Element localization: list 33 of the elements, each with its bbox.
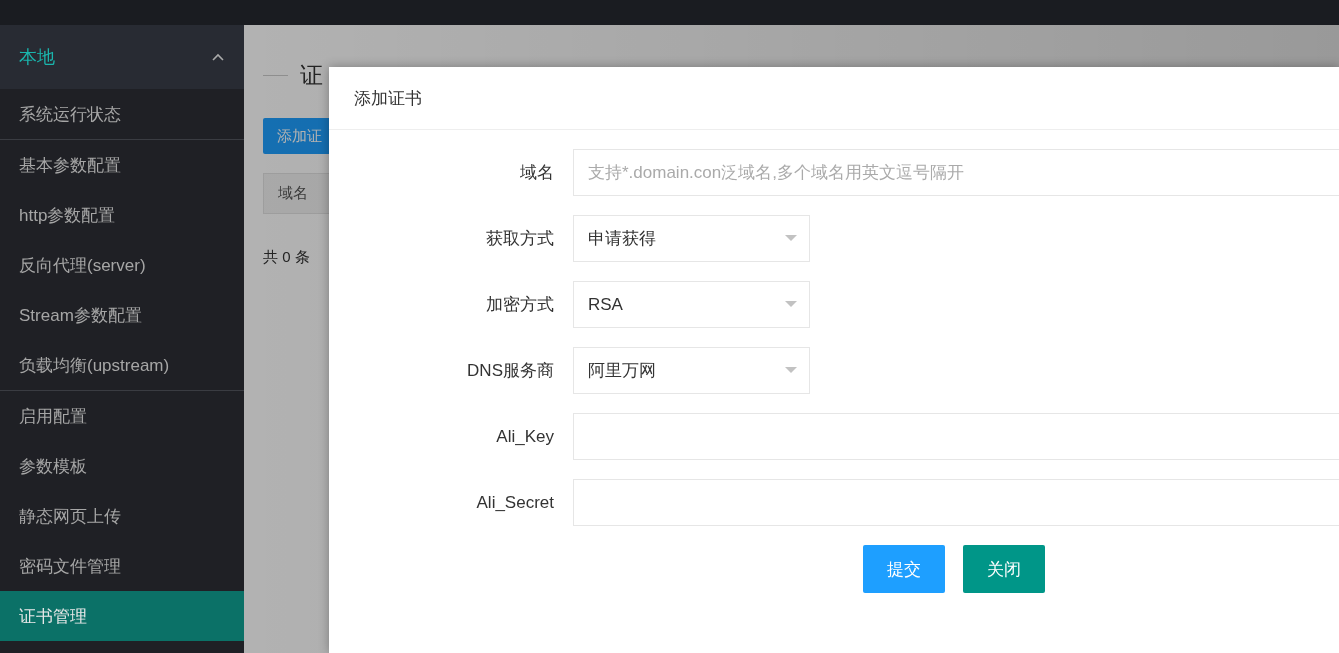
- sidebar-item[interactable]: 密码文件管理: [0, 541, 244, 591]
- page-title: 证: [300, 60, 323, 90]
- sidebar-item[interactable]: http参数配置: [0, 190, 244, 240]
- select-field[interactable]: 申请获得: [573, 215, 810, 262]
- caret-icon: [785, 235, 797, 242]
- dialog-title: 添加证书: [354, 87, 422, 110]
- field-label: Ali_Key: [495, 426, 555, 447]
- sidebar-item[interactable]: 反向代理(server): [0, 240, 244, 290]
- input-field[interactable]: 支持*.domain.con泛域名,多个域名用英文逗号隔开: [573, 149, 1339, 196]
- sidebar-item[interactable]: 静态网页上传: [0, 491, 244, 541]
- sidebar-item[interactable]: 负载均衡(upstream): [0, 340, 244, 390]
- menu-group-header[interactable]: 本地: [0, 25, 244, 89]
- field-label: DNS服务商: [466, 360, 555, 382]
- sidebar-item[interactable]: 启用配置: [0, 391, 244, 441]
- caret-icon: [785, 367, 797, 374]
- caret-icon: [785, 301, 797, 308]
- select-field[interactable]: 阿里万网: [573, 347, 810, 394]
- field-label: Ali_Secret: [475, 492, 555, 513]
- sidebar-item[interactable]: 参数模板: [0, 441, 244, 491]
- sidebar-item[interactable]: Stream参数配置: [0, 290, 244, 340]
- field-label: 加密方式: [485, 294, 555, 316]
- sidebar-item[interactable]: 证书管理: [0, 591, 244, 641]
- field-label: 获取方式: [485, 228, 555, 250]
- sidebar-item[interactable]: 基本参数配置: [0, 140, 244, 190]
- sidebar-item[interactable]: 系统运行状态: [0, 89, 244, 139]
- dialog-button[interactable]: 关闭: [963, 545, 1045, 593]
- select-field[interactable]: RSA: [573, 281, 810, 328]
- input-field[interactable]: [573, 413, 1339, 460]
- chevron-icon: [211, 52, 225, 62]
- input-field[interactable]: [573, 479, 1339, 526]
- total-count: 共 0 条: [263, 248, 310, 267]
- field-label: 域名: [519, 162, 555, 184]
- column-header: 域名: [277, 184, 308, 203]
